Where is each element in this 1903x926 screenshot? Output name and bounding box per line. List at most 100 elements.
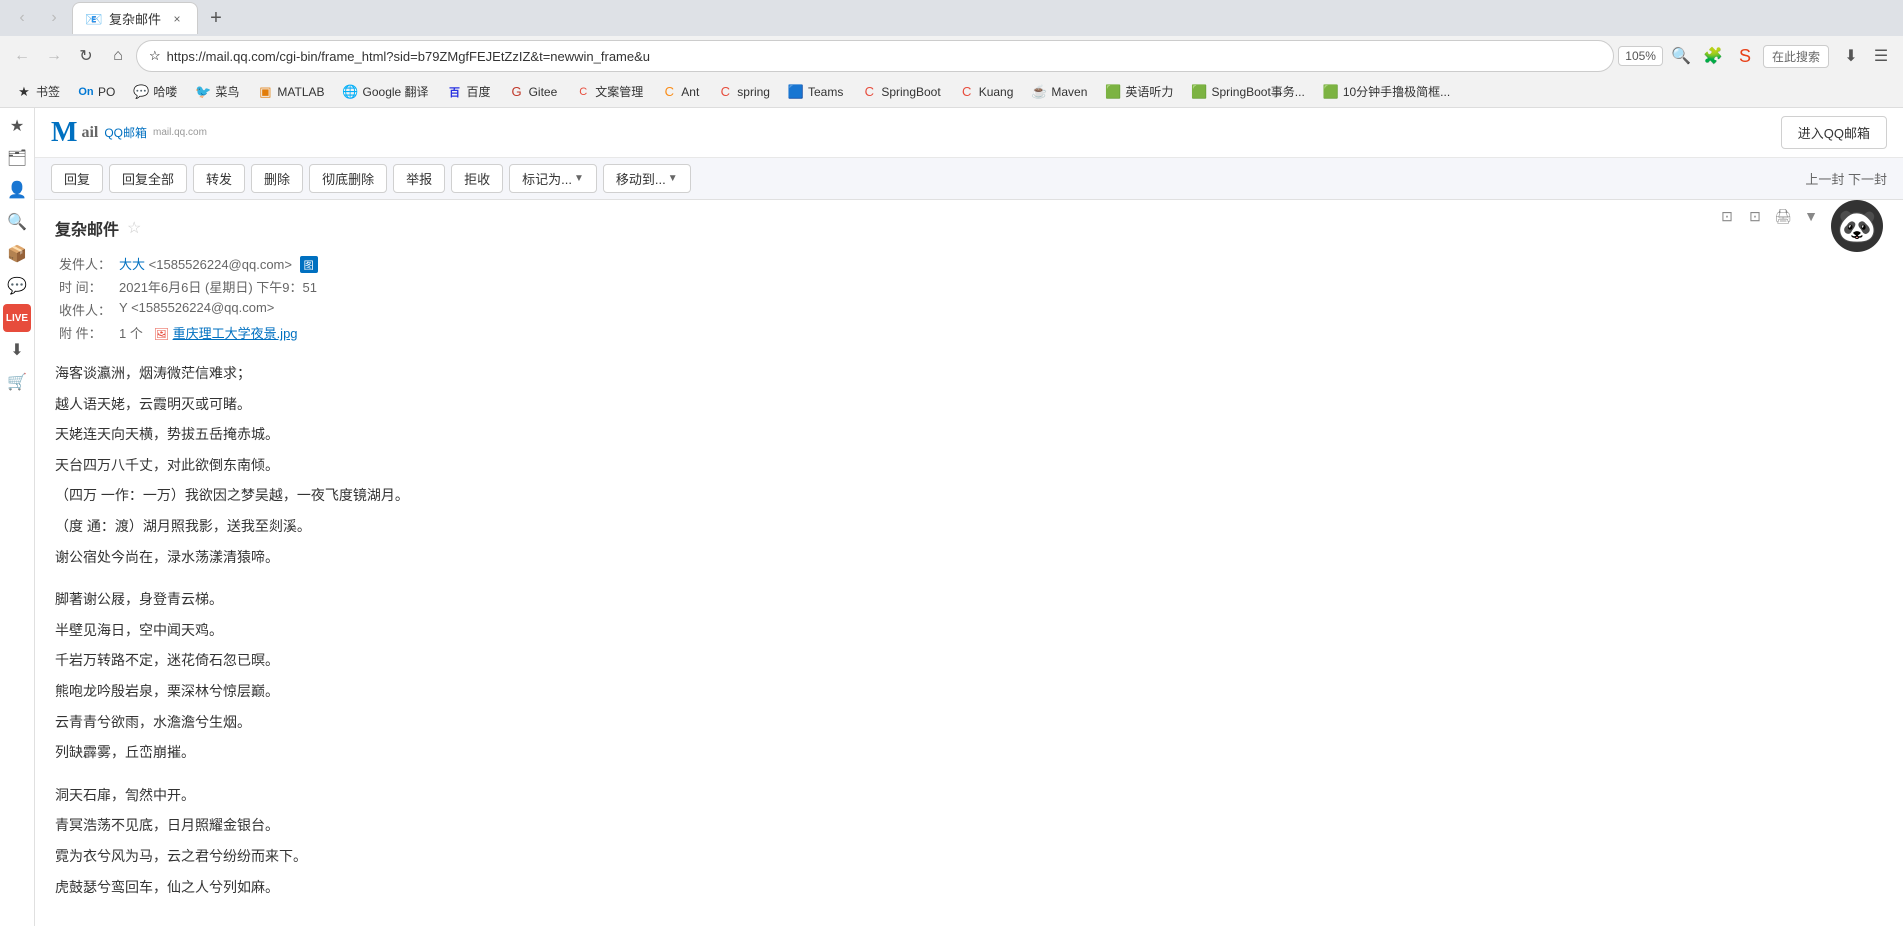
new-tab-btn[interactable]: + [202, 4, 230, 32]
attach-value: 1 个 🖼 重庆理工大学夜景.jpg [115, 321, 322, 344]
attachment-icon: 🖼 [154, 327, 169, 341]
bookmark-10min-icon: 🟩 [1323, 84, 1339, 100]
bookmark-maven[interactable]: ☕ Maven [1023, 79, 1095, 105]
email-body: 复杂邮件 ☆ 🐼 ⊡ ⊡ 🖨 ▼ 发件人： [35, 200, 1903, 926]
email-star-btn[interactable]: ☆ [127, 218, 141, 238]
bookmark-caoniao[interactable]: 🐦 菜鸟 [187, 79, 247, 105]
bookmark-shujian[interactable]: ★ 书签 [8, 79, 68, 105]
view-mode-btn[interactable]: ⊡ [1715, 204, 1739, 228]
address-bar: ← → ↻ ⌂ ☆ 105% 🔍 🧩 S 在此搜索 ⬇ ☰ [0, 36, 1903, 76]
to-label: 收件人： [55, 298, 115, 321]
reject-btn[interactable]: 拒收 [451, 164, 503, 193]
prev-next-label: 上一封 下一封 [1805, 169, 1887, 188]
bookmark-10min[interactable]: 🟩 10分钟手撸极简框... [1315, 79, 1458, 105]
search-icon-btn[interactable]: 🔍 [1667, 42, 1695, 70]
delete-permanently-btn[interactable]: 彻底删除 [309, 164, 387, 193]
bookmark-gitee[interactable]: G Gitee [501, 79, 566, 105]
bookmark-kuang[interactable]: C Kuang [951, 79, 1022, 105]
bookmark-ant[interactable]: C Ant [653, 79, 707, 105]
sidebar-search-btn[interactable]: 🔍 [3, 208, 31, 236]
sender-name[interactable]: 大大 [119, 257, 145, 272]
enter-qq-mail-btn[interactable]: 进入QQ邮箱 [1781, 116, 1887, 149]
tab-back-btn[interactable]: ‹ [8, 4, 36, 32]
email-container: M ail QQ邮箱 mail.qq.com 进入QQ邮箱 回复 回复全部 转发… [35, 108, 1903, 926]
sidebar-download-btn[interactable]: ⬇ [3, 336, 31, 364]
bookmark-hushuo-icon: 💬 [133, 84, 149, 100]
bookmark-po[interactable]: On PO [70, 79, 123, 105]
content-line: 脚著谢公屐，身登青云梯。 [55, 586, 1883, 613]
back-btn[interactable]: ← [8, 42, 36, 70]
sidebar-collections-btn[interactable]: 🗂 [3, 144, 31, 172]
content-line: 熊咆龙吟殷岩泉，栗深林兮惊层巅。 [55, 678, 1883, 705]
bookmark-caoniao-icon: 🐦 [195, 84, 211, 100]
bookmark-gitee-icon: G [509, 84, 525, 100]
from-label: 发件人： [55, 252, 115, 275]
mark-as-label: 标记为... [522, 169, 572, 188]
bookmark-label: Ant [681, 85, 699, 99]
sidebar-chat-btn[interactable]: 💬 [3, 272, 31, 300]
sidebar-profile-btn[interactable]: 👤 [3, 176, 31, 204]
star-icon: ☆ [149, 48, 161, 64]
bookmark-label: 菜鸟 [215, 83, 239, 100]
browser-sidebar: ★ 🗂 👤 🔍 📦 💬 LIVE ⬇ 🛒 [0, 108, 35, 926]
mark-as-btn[interactable]: 标记为... ▼ [509, 164, 597, 193]
bookmark-springboot[interactable]: C SpringBoot [853, 79, 948, 105]
extensions-btn[interactable]: 🧩 [1699, 42, 1727, 70]
main-layout: ★ 🗂 👤 🔍 📦 💬 LIVE ⬇ 🛒 M ail QQ邮箱 mail.qq.… [0, 108, 1903, 926]
bookmark-google-icon: 🌐 [343, 84, 359, 100]
sidebar-bookmarks-btn[interactable]: ★ [3, 112, 31, 140]
bookmark-label: spring [737, 85, 770, 99]
delete-btn[interactable]: 删除 [251, 164, 303, 193]
bookmark-hushuo[interactable]: 💬 哈喽 [125, 79, 185, 105]
menu-btn[interactable]: ☰ [1867, 42, 1895, 70]
move-to-btn[interactable]: 移动到... ▼ [603, 164, 691, 193]
bookmark-matlab-icon: ▣ [257, 84, 273, 100]
bookmark-maven-icon: ☕ [1031, 84, 1047, 100]
email-subject-row: 复杂邮件 ☆ [55, 216, 1883, 240]
content-line: 半壁见海日，空中闻天鸡。 [55, 617, 1883, 644]
refresh-btn[interactable]: ↻ [72, 42, 100, 70]
bookmark-springboot-icon: C [861, 84, 877, 100]
sidebar-live-btn[interactable]: LIVE [3, 304, 31, 332]
address-input[interactable] [167, 49, 1602, 64]
toolbar-right: 上一封 下一封 [1805, 169, 1887, 188]
sidebar-shopping-btn[interactable]: 📦 [3, 240, 31, 268]
bookmark-star-icon: ★ [16, 84, 32, 100]
report-btn[interactable]: 举报 [393, 164, 445, 193]
bookmark-label: Gitee [529, 85, 558, 99]
to-value: Y <1585526224@qq.com> [115, 298, 322, 321]
content-line: （四万 一作：一万）我欲因之梦吴越，一夜飞度镜湖月。 [55, 482, 1883, 509]
more-btn[interactable]: ▼ [1799, 204, 1823, 228]
bookmark-label: 10分钟手撸极简框... [1343, 83, 1450, 100]
bookmark-baidu[interactable]: 百 百度 [439, 79, 499, 105]
sidebar-cart-btn[interactable]: 🛒 [3, 368, 31, 396]
tab-forward-btn[interactable]: › [40, 4, 68, 32]
bookmark-google[interactable]: 🌐 Google 翻译 [335, 79, 437, 105]
attach-count: 1 个 [119, 326, 143, 341]
profile-btn[interactable]: S [1731, 42, 1759, 70]
bookmark-english[interactable]: 🟩 英语听力 [1097, 79, 1181, 105]
bookmark-matlab[interactable]: ▣ MATLAB [249, 79, 332, 105]
view-mode-btn2[interactable]: ⊡ [1743, 204, 1767, 228]
reply-all-btn[interactable]: 回复全部 [109, 164, 187, 193]
bookmark-wenku[interactable]: C 文案管理 [567, 79, 651, 105]
bookmark-label: 百度 [467, 83, 491, 100]
reply-btn[interactable]: 回复 [51, 164, 103, 193]
print-btn[interactable]: 🖨 [1771, 204, 1795, 228]
bookmark-label: 书签 [36, 83, 60, 100]
bookmark-springboot2[interactable]: 🟩 SpringBoot事务... [1183, 79, 1312, 105]
download-btn[interactable]: ⬇ [1837, 42, 1865, 70]
from-icon-btn[interactable]: 图 [300, 256, 318, 273]
attachment-link[interactable]: 重庆理工大学夜景.jpg [173, 326, 298, 341]
tab-close-btn[interactable]: × [169, 11, 185, 27]
move-to-label: 移动到... [616, 169, 666, 188]
bookmark-label: SpringBoot事务... [1211, 83, 1304, 100]
forward-btn[interactable]: 转发 [193, 164, 245, 193]
content-line: 列缺霹雾，丘峦崩摧。 [55, 739, 1883, 766]
bookmark-spring[interactable]: C spring [709, 79, 778, 105]
active-tab[interactable]: 📧 复杂邮件 × [72, 2, 198, 34]
forward-btn[interactable]: → [40, 42, 68, 70]
bookmark-teams[interactable]: 🟦 Teams [780, 79, 851, 105]
bookmark-english-icon: 🟩 [1105, 84, 1121, 100]
home-btn[interactable]: ⌂ [104, 42, 132, 70]
